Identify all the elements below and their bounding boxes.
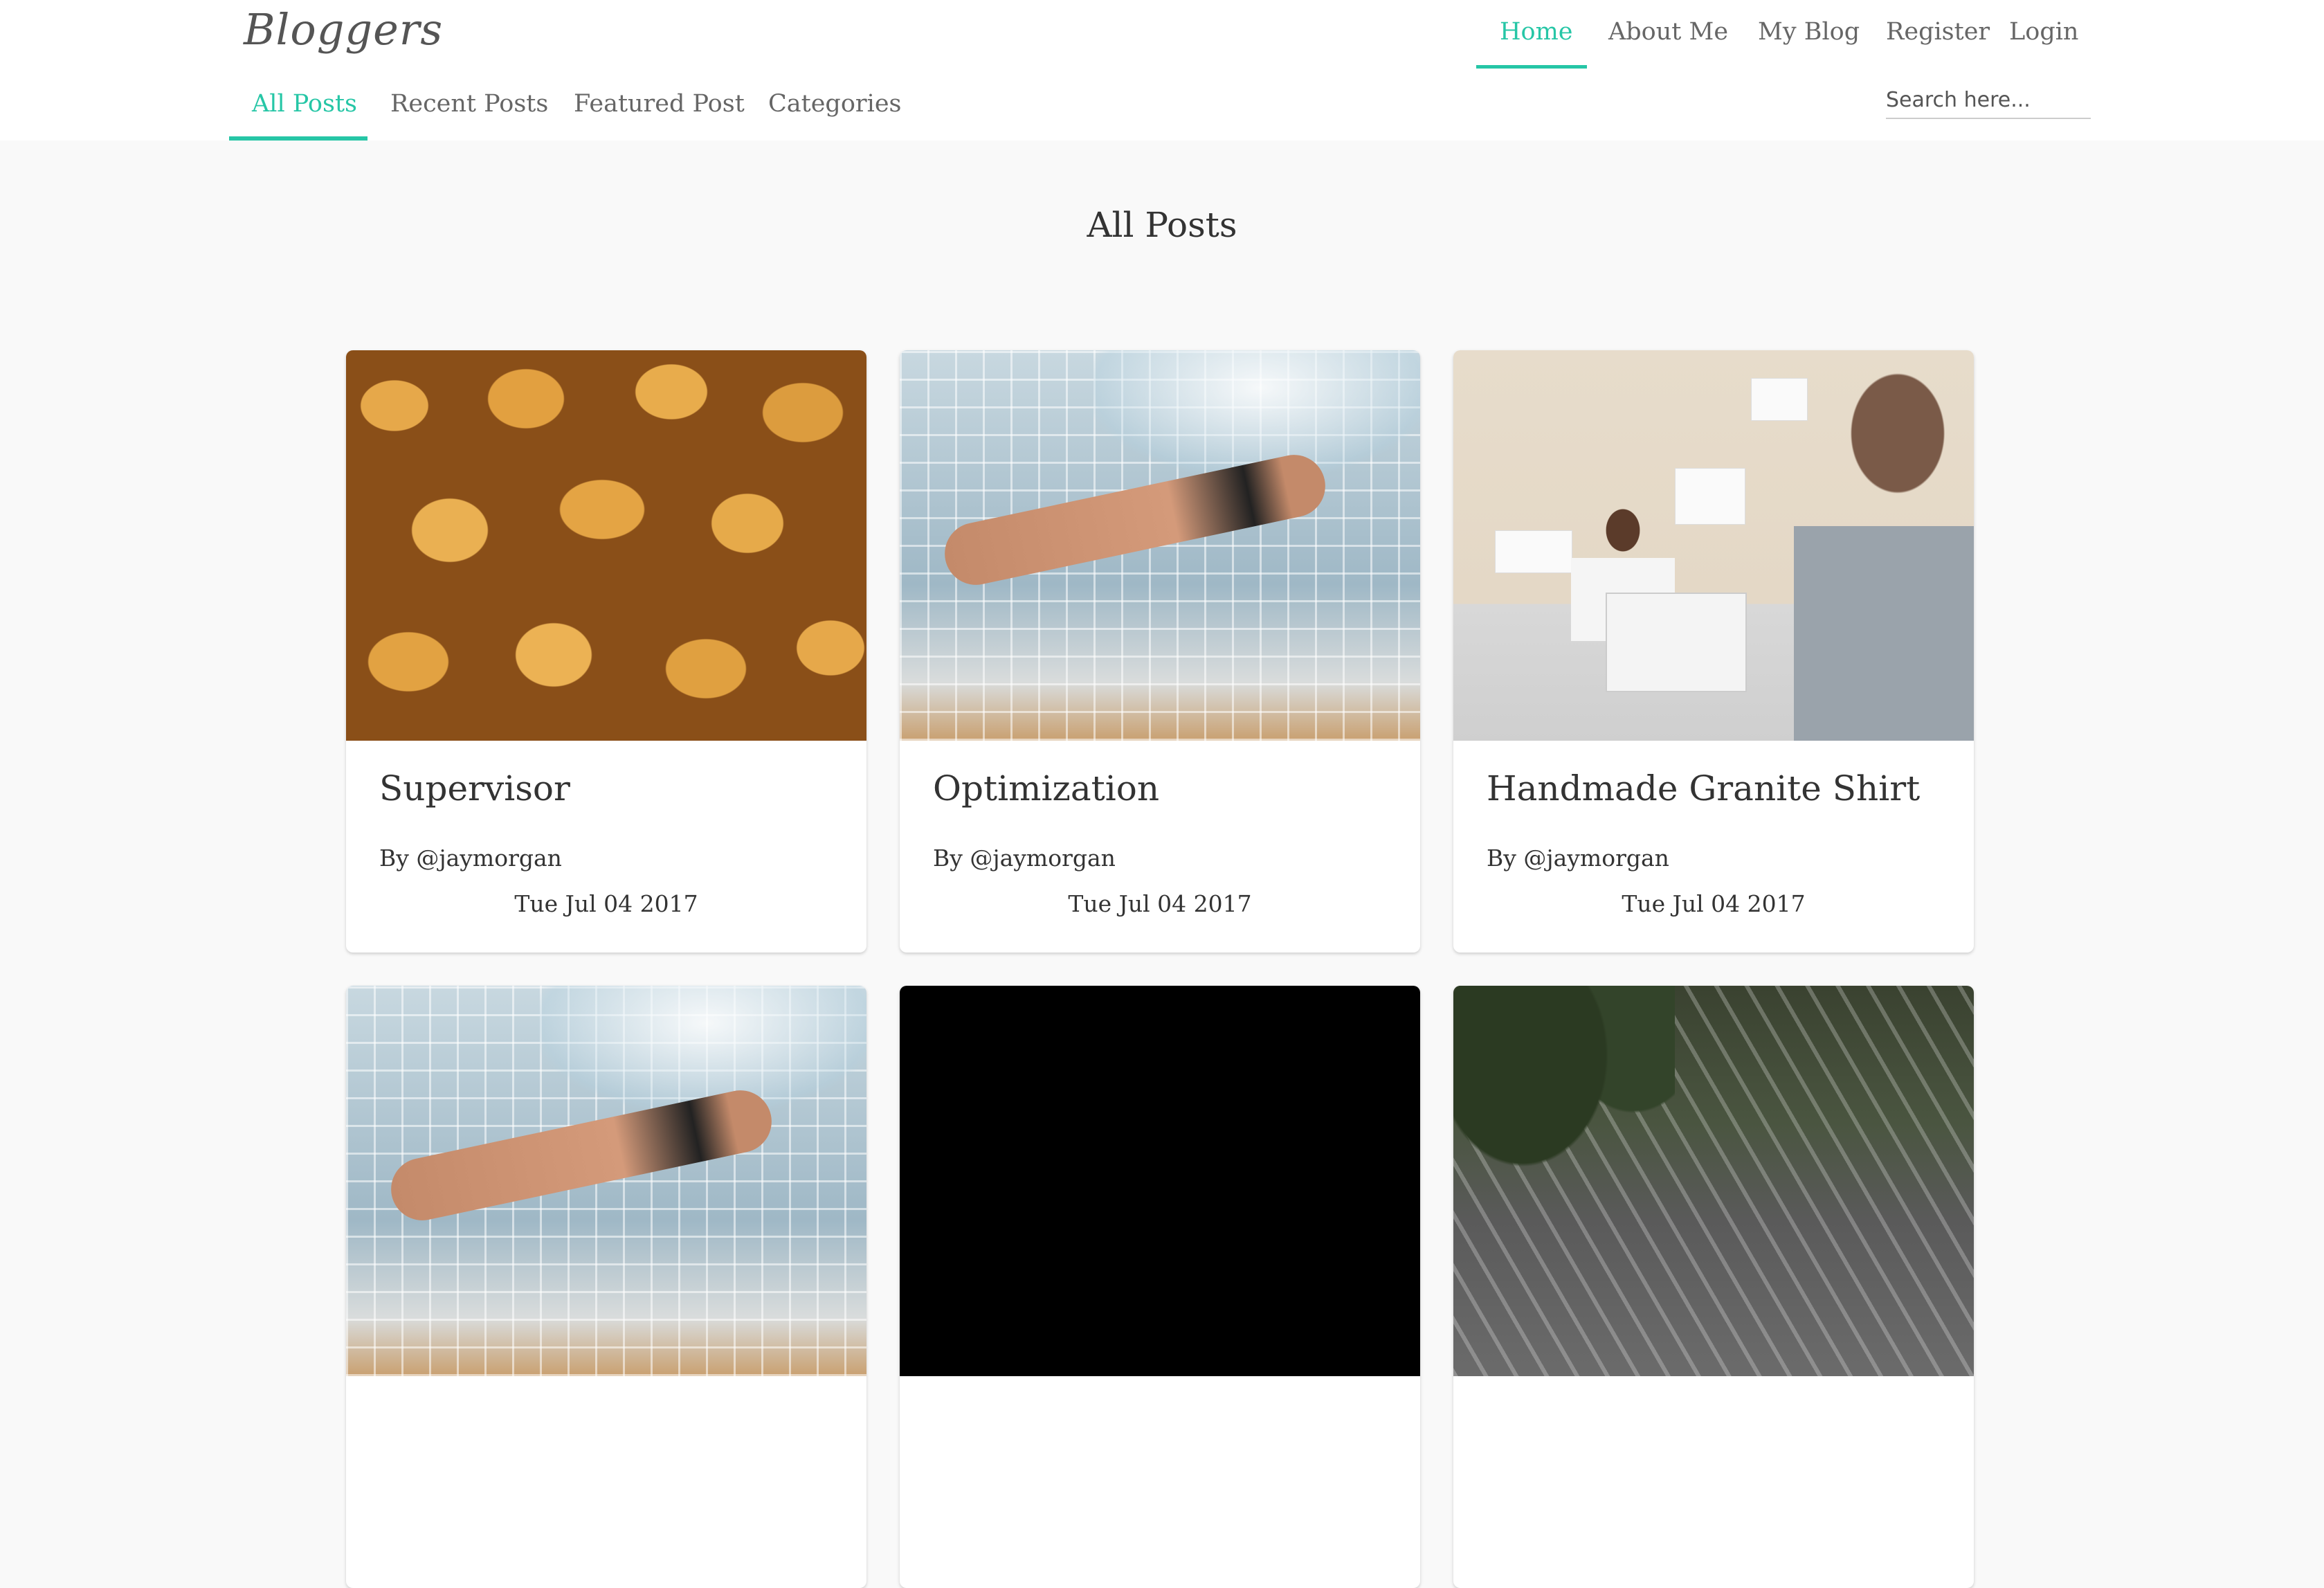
post-card[interactable]	[346, 986, 866, 1588]
nav-active-indicator	[1476, 65, 1587, 69]
post-image[interactable]	[1453, 986, 1974, 1376]
tab-recent-posts[interactable]: Recent Posts	[390, 90, 548, 118]
top-navigation-bar: Bloggers Home About Me My Blog Register …	[0, 0, 2324, 141]
post-image[interactable]	[346, 986, 866, 1376]
image-wall-chart	[1675, 468, 1745, 525]
page-title: All Posts	[1087, 205, 1237, 245]
post-card[interactable]: Optimization By @jaymorgan Tue Jul 04 20…	[900, 350, 1420, 953]
post-author: By @jaymorgan	[379, 845, 562, 872]
post-date: Tue Jul 04 2017	[1068, 890, 1252, 917]
image-water-splash	[540, 986, 866, 1110]
nav-item-about-me[interactable]: About Me	[1608, 18, 1728, 46]
tab-featured-post[interactable]: Featured Post	[574, 90, 745, 118]
image-water-splash	[1093, 350, 1420, 475]
post-image[interactable]	[1453, 350, 1974, 741]
image-trees	[1453, 986, 1675, 1376]
post-title[interactable]: Handmade Granite Shirt	[1487, 768, 1920, 809]
post-card[interactable]	[900, 986, 1420, 1588]
post-image[interactable]	[900, 986, 1420, 1376]
search-input[interactable]	[1886, 82, 2091, 119]
post-title[interactable]: Optimization	[933, 768, 1159, 809]
post-card[interactable]: Supervisor By @jaymorgan Tue Jul 04 2017	[346, 350, 866, 953]
post-date: Tue Jul 04 2017	[1622, 890, 1806, 917]
image-laptop	[1606, 593, 1747, 692]
post-author: By @jaymorgan	[933, 845, 1116, 872]
image-viewer	[1794, 350, 1974, 741]
tab-categories[interactable]: Categories	[768, 90, 902, 118]
tab-all-posts[interactable]: All Posts	[252, 90, 357, 118]
post-image[interactable]	[346, 350, 866, 741]
nav-item-my-blog[interactable]: My Blog	[1758, 18, 1860, 46]
nav-item-register[interactable]: Register	[1886, 18, 1990, 46]
tab-active-indicator	[229, 136, 367, 141]
post-author: By @jaymorgan	[1487, 845, 1669, 872]
nav-item-home[interactable]: Home	[1500, 18, 1573, 46]
nav-item-login[interactable]: Login	[2009, 18, 2078, 46]
brand-logo[interactable]: Bloggers	[244, 4, 443, 55]
post-image[interactable]	[900, 350, 1420, 741]
post-date: Tue Jul 04 2017	[514, 890, 698, 917]
post-title[interactable]: Supervisor	[379, 768, 570, 809]
post-card[interactable]	[1453, 986, 1974, 1588]
post-card[interactable]: Handmade Granite Shirt By @jaymorgan Tue…	[1453, 350, 1974, 953]
image-wall-chart	[1495, 530, 1572, 573]
